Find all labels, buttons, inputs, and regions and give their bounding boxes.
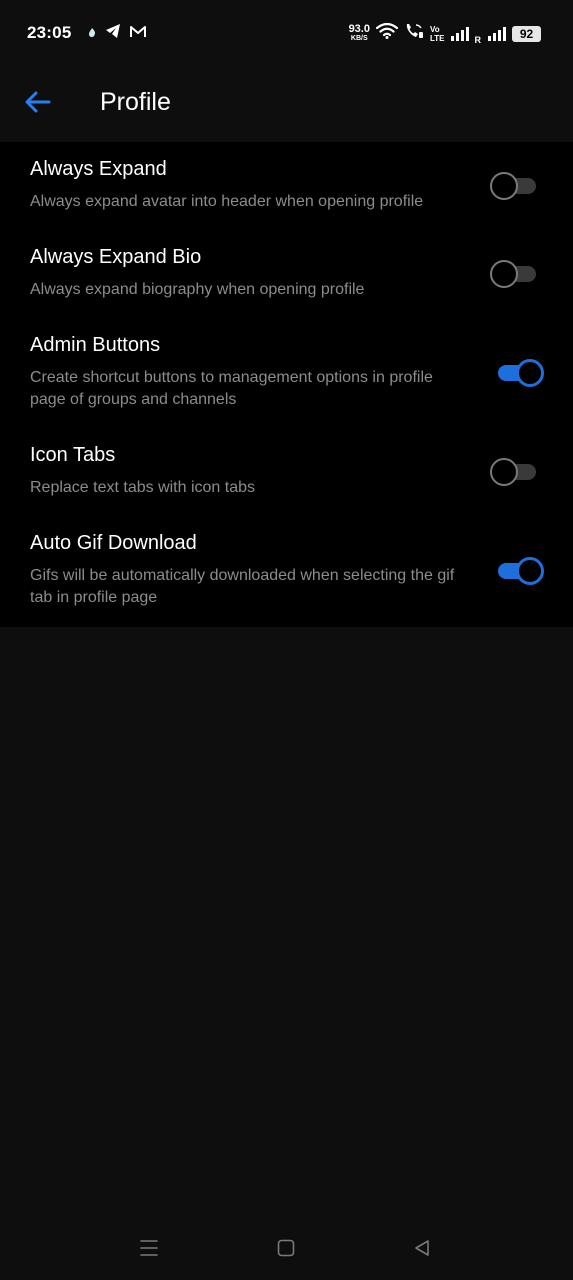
telegram-icon [105, 24, 121, 43]
volte-bottom: LTE [429, 33, 445, 43]
menu-icon [139, 1239, 159, 1262]
navigation-bar [0, 1220, 573, 1280]
home-square-icon [277, 1239, 295, 1262]
system-status-icons: 93.0 KB/S Vo LTE R 92 [349, 22, 541, 45]
network-speed-unit: KB/S [350, 34, 368, 42]
setting-always-expand-bio[interactable]: Always Expand Bio Always expand biograph… [0, 246, 573, 324]
network-speed-value: 93.0 [348, 22, 370, 35]
sticky-dot-icon [88, 25, 96, 43]
status-time: 23:05 [27, 23, 72, 42]
signal-icon [450, 26, 469, 41]
volte-top: Vo [429, 24, 440, 34]
wifi-icon [375, 22, 399, 44]
setting-description: Gifs will be automatically downloaded wh… [30, 567, 455, 606]
toggle-thumb [490, 172, 518, 200]
setting-always-expand[interactable]: Always Expand Always expand avatar into … [0, 158, 573, 236]
notification-icons [88, 24, 146, 43]
gmail-icon [130, 25, 146, 43]
battery-indicator: 92 [512, 25, 541, 42]
setting-auto-gif-download[interactable]: Auto Gif Download Gifs will be automatic… [0, 532, 573, 632]
setting-title: Admin Buttons [30, 334, 161, 356]
setting-admin-buttons[interactable]: Admin Buttons Create shortcut buttons to… [0, 334, 573, 434]
volte-indicator: Vo LTE [430, 25, 445, 43]
back-triangle-icon [413, 1239, 431, 1262]
setting-title: Icon Tabs [30, 444, 116, 466]
back-button[interactable] [18, 84, 58, 124]
toggle-thumb [516, 359, 544, 387]
setting-title: Auto Gif Download [30, 532, 197, 554]
wifi-call-icon [404, 22, 424, 45]
setting-description: Create shortcut buttons to management op… [30, 369, 433, 408]
home-button[interactable] [274, 1238, 298, 1262]
system-back-button[interactable] [410, 1238, 434, 1262]
toggle-thumb [490, 260, 518, 288]
status-bar: 23:05 93.0 KB/S Vo LTE R 92 [0, 0, 573, 66]
auto-gif-download-toggle[interactable] [494, 557, 544, 585]
arrow-left-icon [25, 91, 51, 118]
app-bar: Profile [0, 66, 573, 142]
always-expand-bio-toggle[interactable] [490, 260, 540, 288]
settings-list: Always Expand Always expand avatar into … [0, 142, 573, 627]
page-title: Profile [100, 88, 171, 116]
setting-description: Replace text tabs with icon tabs [30, 479, 256, 496]
admin-buttons-toggle[interactable] [494, 359, 544, 387]
toggle-thumb [516, 557, 544, 585]
roaming-label: R [474, 35, 482, 45]
setting-title: Always Expand Bio [30, 246, 202, 268]
setting-description: Always expand biography when opening pro… [30, 281, 365, 298]
always-expand-toggle[interactable] [490, 172, 540, 200]
network-speed: 93.0 KB/S [348, 22, 370, 43]
setting-description: Always expand avatar into header when op… [30, 193, 424, 210]
toggle-thumb [490, 458, 518, 486]
recent-apps-button[interactable] [137, 1238, 161, 1262]
signal-icon [488, 26, 506, 41]
setting-icon-tabs[interactable]: Icon Tabs Replace text tabs with icon ta… [0, 444, 573, 522]
setting-title: Always Expand [30, 158, 167, 180]
icon-tabs-toggle[interactable] [490, 458, 540, 486]
